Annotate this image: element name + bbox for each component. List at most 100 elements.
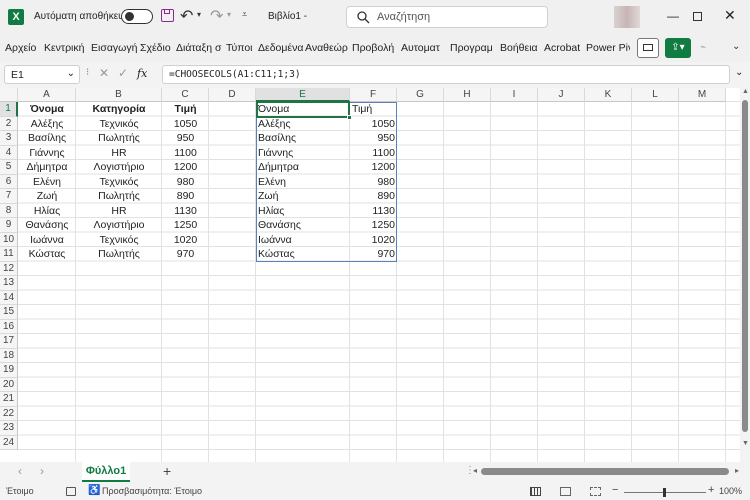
vertical-scroll-thumb[interactable] <box>742 100 748 432</box>
row-header-20[interactable]: 20 <box>0 377 18 392</box>
zoom-level[interactable]: 100% <box>719 486 742 496</box>
row-header-23[interactable]: 23 <box>0 421 18 436</box>
source-cell[interactable]: 970 <box>164 247 207 262</box>
source-cell[interactable]: 1020 <box>164 233 207 248</box>
scroll-left-icon[interactable]: ◂ <box>473 466 477 475</box>
comments-button[interactable] <box>637 38 659 58</box>
source-cell[interactable]: 980 <box>164 175 207 190</box>
source-cell[interactable]: Ελένη <box>20 175 74 190</box>
source-cell[interactable]: Πωλητής <box>78 189 160 204</box>
column-header-f[interactable]: F <box>350 88 397 102</box>
formula-input[interactable]: =CHOOSECOLS(A1:C11;1;3) <box>162 65 730 84</box>
customize-toolbar-icon[interactable]: ⩡ <box>242 9 247 20</box>
undo-dropdown-icon[interactable]: ▾ <box>197 10 201 19</box>
next-sheet-icon[interactable]: › <box>40 464 44 478</box>
row-header-11[interactable]: 11 <box>0 247 18 262</box>
tab-page-layout[interactable]: Διάταξη σ <box>176 34 222 62</box>
row-header-24[interactable]: 24 <box>0 435 18 450</box>
zoom-slider-thumb[interactable] <box>663 488 666 497</box>
autosave-toggle[interactable] <box>121 9 153 24</box>
close-icon[interactable]: ✕ <box>724 7 736 24</box>
column-header-e[interactable]: E <box>256 88 350 102</box>
scroll-down-icon[interactable]: ▼ <box>742 440 749 447</box>
row-header-22[interactable]: 22 <box>0 406 18 421</box>
fill-handle[interactable] <box>347 115 352 120</box>
row-header-1[interactable]: 1 <box>0 102 18 117</box>
tab-acrobat[interactable]: Acrobat <box>544 34 582 62</box>
column-header-a[interactable]: A <box>18 88 76 102</box>
column-header-m[interactable]: M <box>679 88 726 102</box>
enter-icon[interactable]: ✓ <box>118 66 128 80</box>
row-header-15[interactable]: 15 <box>0 305 18 320</box>
select-all-corner[interactable] <box>0 88 18 102</box>
source-cell[interactable]: 1050 <box>164 117 207 132</box>
active-cell-E1[interactable] <box>256 101 350 118</box>
minimize-icon[interactable]: — <box>667 9 679 23</box>
column-header-g[interactable]: G <box>397 88 444 102</box>
source-cell[interactable]: Ηλίας <box>20 204 74 219</box>
source-cell[interactable]: 950 <box>164 131 207 146</box>
row-header-7[interactable]: 7 <box>0 189 18 204</box>
source-cell[interactable]: 1250 <box>164 218 207 233</box>
column-header-h[interactable]: H <box>444 88 491 102</box>
source-cell[interactable]: Τεχνικός <box>78 175 160 190</box>
name-box[interactable]: E1 ⌄ <box>4 65 80 84</box>
column-header-k[interactable]: K <box>585 88 632 102</box>
source-cell[interactable]: Λογιστήριο <box>78 218 160 233</box>
horizontal-scrollbar[interactable] <box>481 468 729 475</box>
row-header-18[interactable]: 18 <box>0 348 18 363</box>
normal-view-icon[interactable] <box>530 487 541 496</box>
source-cell[interactable]: 1130 <box>164 204 207 219</box>
source-cell[interactable]: HR <box>78 146 160 161</box>
macro-record-icon[interactable] <box>66 487 76 496</box>
formula-bar-expand-icon[interactable]: ⌄ <box>735 67 743 78</box>
row-header-16[interactable]: 16 <box>0 319 18 334</box>
save-icon[interactable] <box>161 9 174 22</box>
tab-home[interactable]: Κεντρική <box>44 34 86 62</box>
row-header-2[interactable]: 2 <box>0 116 18 131</box>
row-header-17[interactable]: 17 <box>0 334 18 349</box>
redo-dropdown-icon[interactable]: ▾ <box>227 10 231 19</box>
zoom-in-icon[interactable]: + <box>708 484 714 496</box>
share-button[interactable]: ⇪▾ <box>665 38 691 58</box>
source-cell[interactable]: Βασίλης <box>20 131 74 146</box>
row-header-14[interactable]: 14 <box>0 290 18 305</box>
source-cell[interactable]: Πωλητής <box>78 247 160 262</box>
insert-function-icon[interactable]: fx <box>137 67 147 80</box>
row-header-21[interactable]: 21 <box>0 392 18 407</box>
source-cell[interactable]: Θανάσης <box>20 218 74 233</box>
source-cell[interactable]: Τεχνικός <box>78 117 160 132</box>
tab-automate[interactable]: Αυτοματ <box>401 34 447 62</box>
vertical-scrollbar[interactable]: ▲ ▼ <box>740 88 750 462</box>
worksheet-grid[interactable]: ABCDEFGHIJKLM 1 2 3 4 5 6 7 8 9 10 11 12 13 14 15 16 17 1… <box>0 88 740 462</box>
redo-icon[interactable]: ↷ <box>210 6 223 26</box>
search-box[interactable]: Αναζήτηση <box>346 6 548 28</box>
row-header-10[interactable]: 10 <box>0 232 18 247</box>
row-header-12[interactable]: 12 <box>0 261 18 276</box>
row-header-19[interactable]: 19 <box>0 363 18 378</box>
tab-help[interactable]: Βοήθεια <box>500 34 540 62</box>
tab-draw[interactable]: Σχέδιο <box>140 34 173 62</box>
accessibility-status[interactable]: Προσβασιμότητα: Έτοιμο <box>102 486 202 496</box>
name-box-dropdown-icon[interactable]: ⌄ <box>67 68 75 79</box>
tab-data[interactable]: Δεδομένα <box>258 34 303 62</box>
maximize-icon[interactable] <box>693 12 702 21</box>
source-cell[interactable]: HR <box>78 204 160 219</box>
column-header-l[interactable]: L <box>632 88 679 102</box>
user-avatar[interactable] <box>614 6 640 28</box>
ribbon-expand-icon[interactable]: ⌄ <box>732 41 740 52</box>
prev-sheet-icon[interactable]: ‹ <box>18 464 22 478</box>
row-header-6[interactable]: 6 <box>0 174 18 189</box>
source-cell[interactable]: Ζωή <box>20 189 74 204</box>
scroll-up-icon[interactable]: ▲ <box>742 88 749 95</box>
source-cell[interactable]: Τεχνικός <box>78 233 160 248</box>
source-cell[interactable]: Γιάννης <box>20 146 74 161</box>
row-header-13[interactable]: 13 <box>0 276 18 291</box>
row-header-9[interactable]: 9 <box>0 218 18 233</box>
undo-icon[interactable]: ↶ <box>180 6 193 26</box>
source-cell[interactable]: Αλέξης <box>20 117 74 132</box>
page-layout-view-icon[interactable] <box>560 487 571 496</box>
tab-developer[interactable]: Προγραμ <box>450 34 496 62</box>
tab-view[interactable]: Προβολή <box>352 34 396 62</box>
source-header-cell[interactable]: Κατηγορία <box>78 102 160 117</box>
